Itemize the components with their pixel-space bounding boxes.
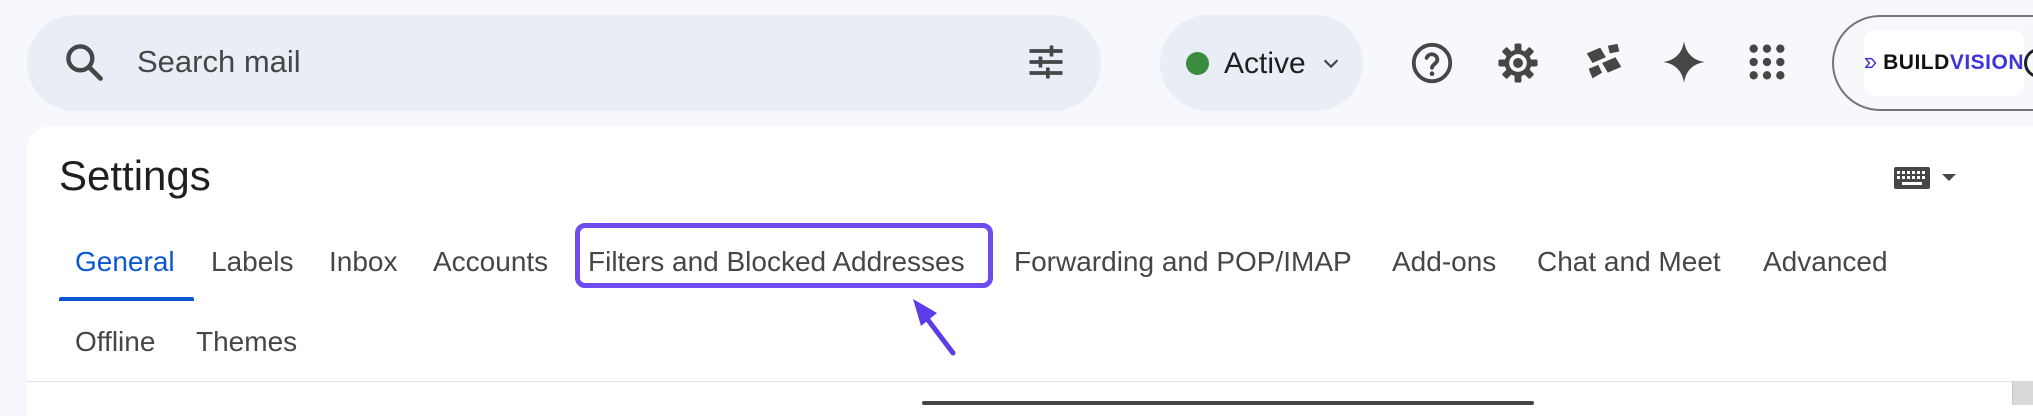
search-input[interactable]: Search mail xyxy=(137,42,301,82)
pointer-arrow-icon xyxy=(913,299,956,356)
tab-labels[interactable]: Labels xyxy=(211,244,294,280)
highlight-box xyxy=(575,223,993,288)
tune-icon[interactable] xyxy=(1024,40,1068,84)
status-label: Active xyxy=(1224,47,1306,80)
chevron-down-icon xyxy=(1323,59,1339,69)
apps-grid-icon[interactable] xyxy=(1747,42,1787,82)
tab-forwarding-pop-imap[interactable]: Forwarding and POP/IMAP xyxy=(1014,244,1352,280)
tab-advanced[interactable]: Advanced xyxy=(1763,244,1888,280)
tab-offline[interactable]: Offline xyxy=(75,324,155,360)
sparkle-icon[interactable] xyxy=(1660,38,1708,86)
tab-add-ons[interactable]: Add-ons xyxy=(1392,244,1496,280)
tab-accounts[interactable]: Accounts xyxy=(433,244,548,280)
tab-inbox[interactable]: Inbox xyxy=(329,244,398,280)
brand-name: BUILDVISION xyxy=(1883,51,2024,74)
tab-general[interactable]: General xyxy=(75,244,175,280)
gemini-app-icon[interactable] xyxy=(1581,40,1627,86)
divider xyxy=(27,381,2012,382)
status-indicator xyxy=(1186,52,1209,75)
keyboard-icon[interactable] xyxy=(1894,163,1964,193)
horizontal-scrollbar-thumb[interactable] xyxy=(922,401,1534,405)
help-icon[interactable] xyxy=(1409,40,1455,86)
search-icon[interactable] xyxy=(62,40,106,84)
brand-logo[interactable]: BUILDVISION xyxy=(1864,30,2024,96)
tab-chat-and-meet[interactable]: Chat and Meet xyxy=(1537,244,1721,280)
vertical-scrollbar[interactable] xyxy=(2012,381,2033,405)
active-tab-indicator xyxy=(59,297,194,301)
tab-themes[interactable]: Themes xyxy=(196,324,297,360)
gear-icon[interactable] xyxy=(1495,40,1541,86)
page-title: Settings xyxy=(59,152,211,199)
brand-mark-icon xyxy=(1864,57,1877,69)
